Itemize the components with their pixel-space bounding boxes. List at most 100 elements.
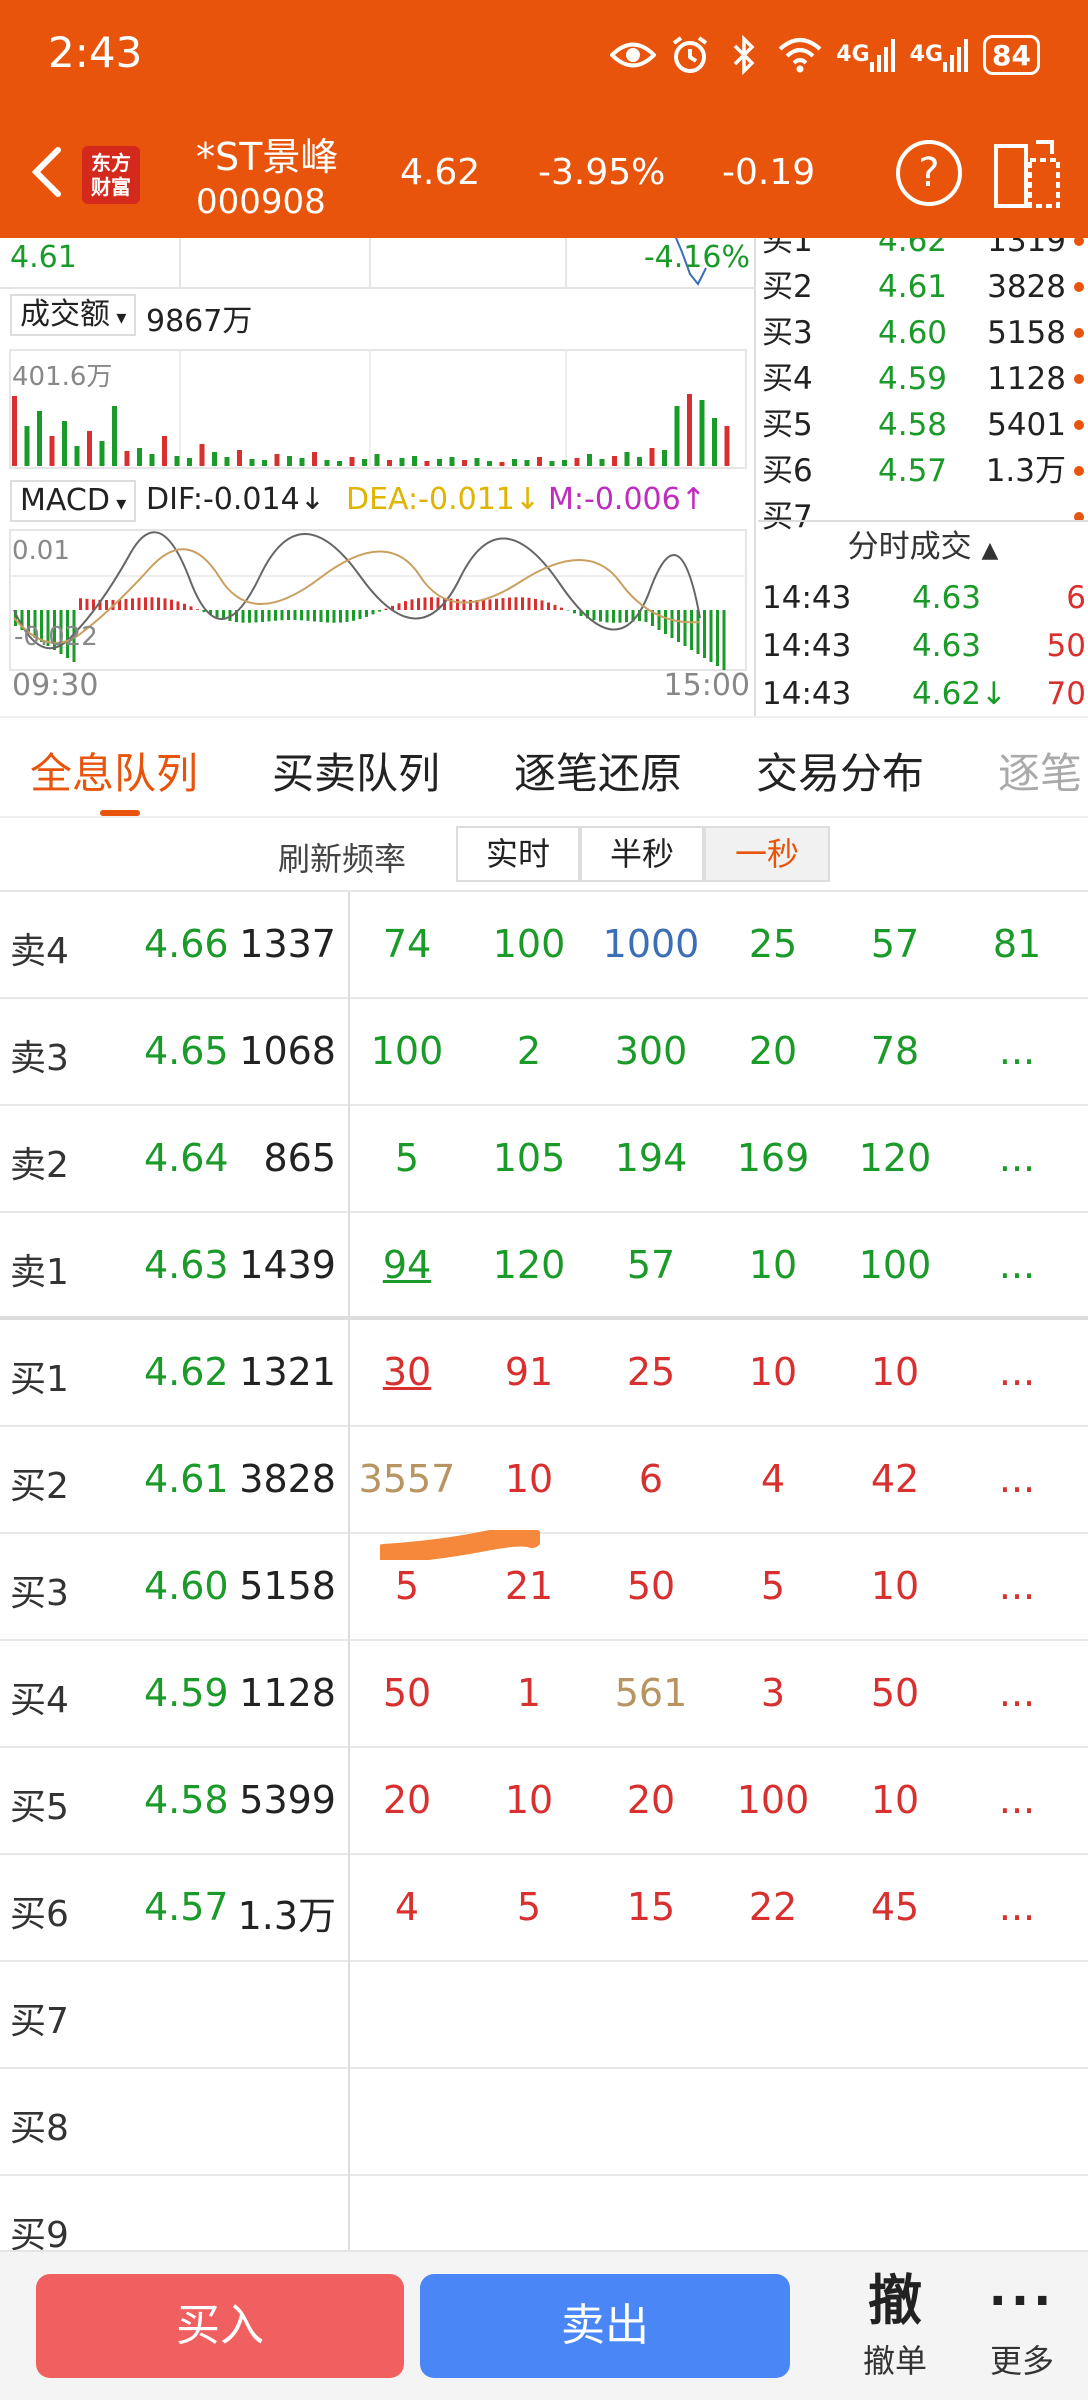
tick-price: 4.63 (912, 628, 982, 664)
indicator-select-amount[interactable]: 成交额 ▾ (10, 294, 137, 336)
queue-level-price: 4.59 (144, 1671, 229, 1715)
queue-row[interactable]: 买6 4.57 1.3万 4 5 15 22 45... (0, 1855, 1088, 1962)
cancel-icon: 撤 (868, 2269, 922, 2332)
queue-row[interactable]: 买3 4.60 5158 5 21 50 5 10... (0, 1534, 1088, 1641)
refresh-realtime-option[interactable]: 实时 (456, 826, 580, 882)
cancel-label: 撤单 (862, 2342, 927, 2380)
signal-4g-icon: 4G (836, 32, 895, 78)
order-book-row[interactable]: 买1 4.62 1319 (758, 238, 1088, 264)
volume-bar (424, 461, 430, 466)
queue-order-cell: 20 (382, 1778, 432, 1822)
macd-bar (722, 610, 726, 670)
queue-row[interactable]: 买4 4.59 1128 50 1 561 3 50... (0, 1641, 1088, 1748)
queue-order-cell: 4 (760, 1457, 786, 1501)
queue-level-label: 买2 (10, 1466, 69, 1507)
signal-4g-icon-2: 4G (910, 32, 969, 78)
volume-bar (599, 459, 605, 466)
queue-order-cell: 10 (504, 1457, 554, 1501)
queue-level-label: 买8 (10, 2108, 69, 2149)
more-button[interactable]: ··· 更多 (970, 2266, 1074, 2396)
macd-bar (501, 598, 505, 610)
macd-bar (384, 608, 388, 610)
order-book-row[interactable]: 买6 4.57 1.3万 (758, 448, 1088, 494)
order-dot-icon (1074, 466, 1084, 476)
back-button[interactable] (22, 140, 72, 204)
queue-row[interactable]: 卖1 4.63 1439 94 120 57 10 100... (0, 1213, 1088, 1320)
queue-level-total: 1439 (239, 1243, 336, 1287)
tick-row: 14:43 4.63 6 (758, 574, 1088, 622)
queue-row[interactable]: 买9 (0, 2176, 1088, 2250)
order-book-label: 买2 (762, 269, 813, 305)
order-book-row[interactable]: 买5 4.58 5401 (758, 402, 1088, 448)
queue-table[interactable]: 卖4 4.66 1337 74 100 1000 25 57 81 卖3 4.65 1068 100 2 3… (0, 890, 1088, 2250)
switch-view-button[interactable] (992, 138, 1062, 212)
queue-row[interactable]: 买5 4.58 5399 20 10 20 100 10... (0, 1748, 1088, 1855)
ticks-title[interactable]: 分时成交 ▲ (758, 520, 1088, 570)
queue-divider (348, 892, 350, 2250)
queue-row[interactable]: 买2 4.61 3828 3557 10 6 4 42... (0, 1427, 1088, 1534)
queue-order-cell: 50 (626, 1564, 676, 1608)
macd-bar (566, 610, 570, 611)
tab-tick-detail[interactable]: 逐笔 (998, 740, 1082, 801)
macd-bar (560, 607, 563, 610)
volume-bar (249, 459, 255, 466)
macd-axis-bottom: -0.022 (14, 622, 98, 652)
queue-order-cell: 91 (504, 1350, 554, 1394)
macd-bar (514, 597, 518, 610)
intraday-chart[interactable]: 4.61 -4.16% 成交额 ▾ 9867万 401.6万 MACD ▾ DI… (0, 238, 756, 716)
queue-row[interactable]: 买8 (0, 2069, 1088, 2176)
order-book-label: 买6 (762, 453, 813, 489)
tick-vol: 70 (1046, 676, 1086, 712)
macd-bar (254, 610, 258, 623)
queue-order-cell: 1 (516, 1671, 542, 1715)
cancel-order-button[interactable]: 撤 撤单 (840, 2266, 950, 2396)
volume-bar (324, 460, 330, 466)
order-dot-icon (1074, 374, 1084, 384)
volume-bar (237, 450, 242, 466)
order-book-row[interactable]: 买3 4.60 5158 (758, 310, 1088, 356)
order-dot-icon (1074, 328, 1084, 338)
queue-row[interactable]: 买7 (0, 1962, 1088, 2069)
macd-bar (280, 610, 284, 621)
queue-order-cell: ... (998, 1457, 1036, 1501)
tab-bid-ask-queue[interactable]: 买卖队列 (272, 740, 440, 801)
tab-tick-restore[interactable]: 逐笔还原 (514, 740, 682, 801)
volume-bar (487, 461, 492, 466)
queue-row[interactable]: 卖3 4.65 1068 100 2 300 20 78... (0, 999, 1088, 1106)
sell-button[interactable]: 卖出 (420, 2274, 790, 2378)
refresh-one-second-option[interactable]: 一秒 (704, 826, 830, 882)
tick-price: 4.62↓ (912, 676, 1007, 712)
volume-bar (437, 459, 442, 466)
queue-row[interactable]: 卖4 4.66 1337 74 100 1000 25 57 81 (0, 892, 1088, 999)
refresh-half-second-option[interactable]: 半秒 (580, 826, 704, 882)
volume-bar (712, 418, 717, 466)
queue-level-total: 1128 (239, 1671, 336, 1715)
status-icons: 4G 4G 84 (610, 30, 1040, 80)
queue-level-label: 卖4 (10, 931, 69, 972)
macd-bar (261, 610, 264, 622)
indicator-select-macd[interactable]: MACD ▾ (10, 480, 137, 522)
queue-row[interactable]: 卖2 4.64 865 5 105 194 169 120... (0, 1106, 1088, 1213)
volume-bar (512, 459, 517, 466)
volume-bar (312, 452, 317, 466)
macd-bar (612, 610, 615, 623)
order-book-row[interactable]: 买2 4.61 3828 (758, 264, 1088, 310)
tab-trade-distribution[interactable]: 交易分布 (756, 740, 924, 801)
tick-time: 14:43 (762, 580, 852, 616)
help-button[interactable]: ? (896, 140, 962, 206)
tab-full-queue[interactable]: 全息队列 (30, 740, 198, 801)
queue-order-cell: 50 (382, 1671, 432, 1715)
volume-bar (187, 458, 192, 466)
queue-level-price: 4.65 (144, 1029, 229, 1073)
queue-level-total: 865 (263, 1136, 336, 1180)
macd-bar (657, 610, 661, 630)
queue-order-cell: 10 (870, 1350, 920, 1394)
change-amount: -0.19 (722, 152, 816, 193)
macd-bar (339, 610, 342, 623)
macd-bar (215, 610, 219, 618)
volume-bar (287, 456, 292, 466)
buy-button[interactable]: 买入 (36, 2274, 404, 2378)
order-book-row[interactable]: 买4 4.59 1128 (758, 356, 1088, 402)
queue-level-price: 4.62 (144, 1350, 229, 1394)
queue-row[interactable]: 买1 4.62 1321 30 91 25 10 10... (0, 1320, 1088, 1427)
